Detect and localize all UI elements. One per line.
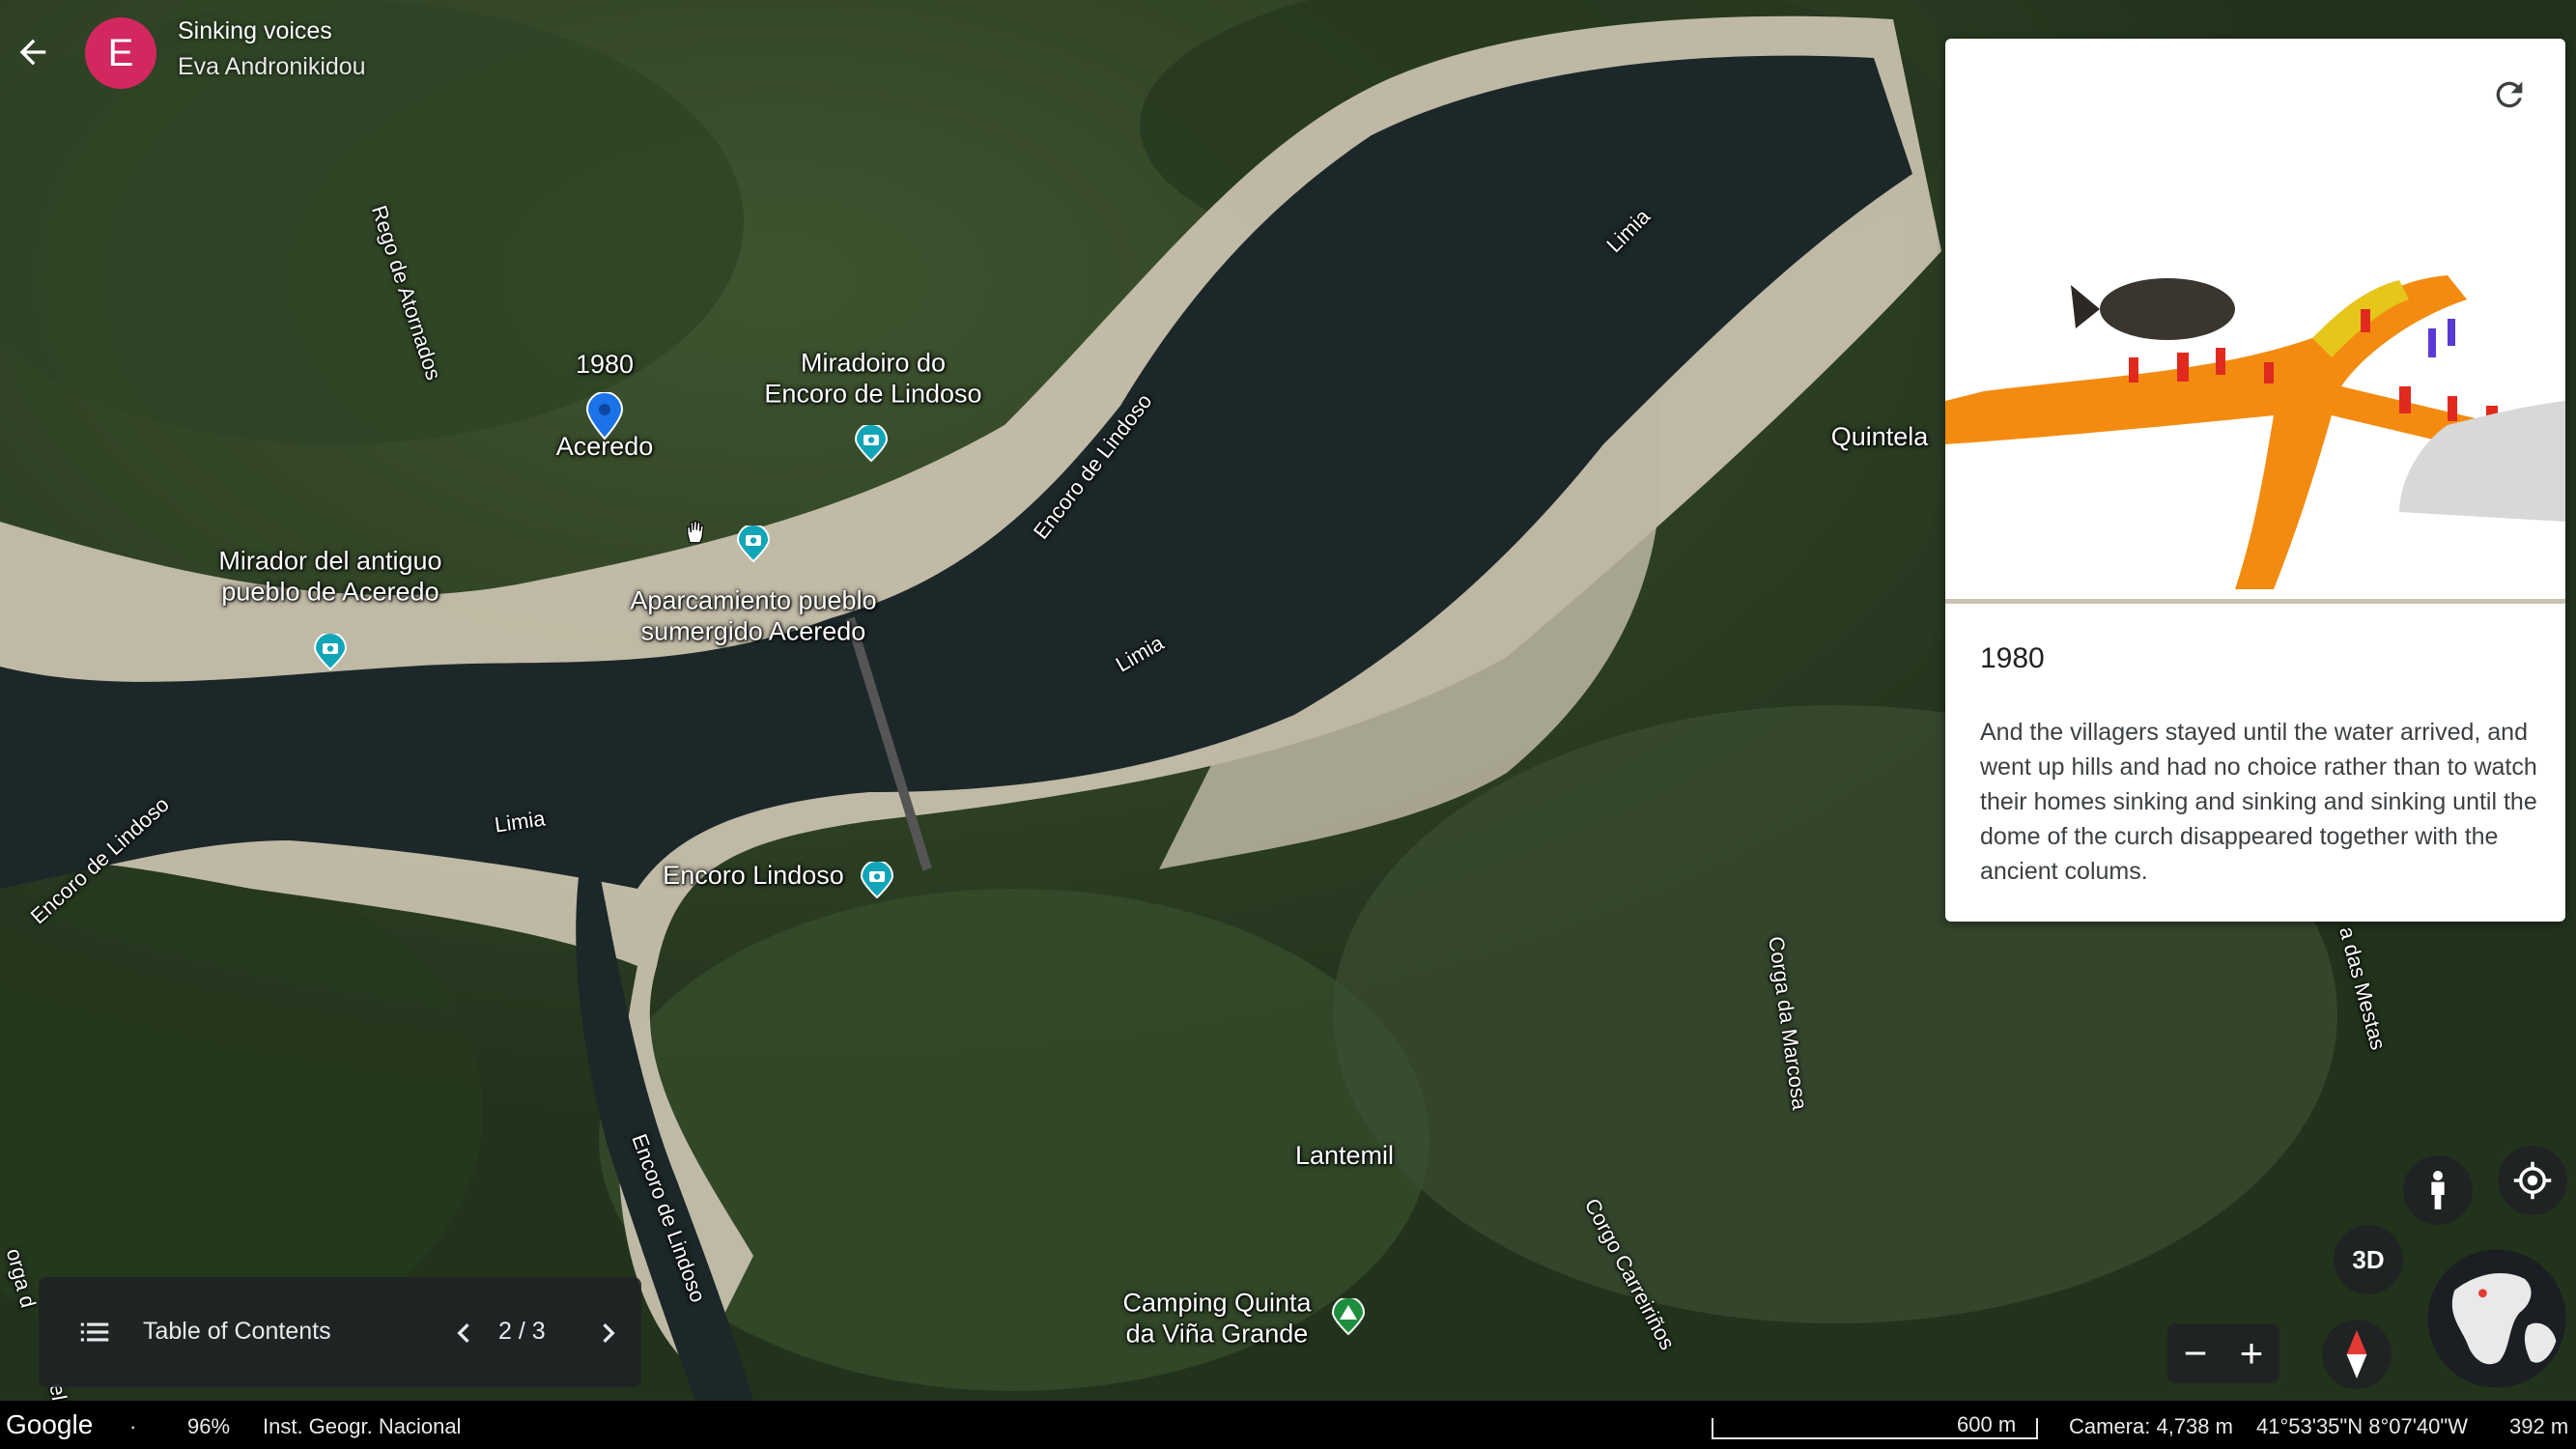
poi-label-camping[interactable]: Camping Quinta da Viña Grande [1122, 1288, 1311, 1350]
hand-cursor-icon [687, 520, 704, 544]
back-arrow-icon[interactable] [14, 33, 52, 71]
camera-poi-icon[interactable] [855, 425, 888, 462]
camera-poi-icon[interactable] [737, 526, 770, 562]
list-icon[interactable] [75, 1314, 114, 1350]
compass-button[interactable] [2322, 1320, 2392, 1389]
elevation: 392 m [2509, 1414, 2569, 1438]
status-dot: · [129, 1414, 137, 1438]
zoom-in-button[interactable]: + [2223, 1323, 2279, 1383]
loading-percent: 96% [187, 1414, 231, 1438]
my-location-button[interactable] [2498, 1146, 2567, 1215]
camera-poi-icon[interactable] [314, 634, 347, 670]
avatar[interactable]: E [85, 17, 156, 89]
card-title: 1980 [1980, 642, 2045, 674]
google-logo: Google [6, 1409, 94, 1439]
camera-altitude: Camera: 4,738 m [2069, 1414, 2233, 1438]
avatar-letter: E [107, 31, 134, 74]
attribution[interactable]: Inst. Geogr. Nacional [263, 1414, 461, 1439]
story-title: Sinking voices [178, 17, 332, 44]
camera-poi-icon[interactable] [861, 862, 893, 898]
pegman-button[interactable] [2403, 1155, 2473, 1225]
table-of-contents-bar: Table of Contents 2 / 3 [39, 1277, 641, 1387]
chevron-right-icon[interactable] [589, 1314, 628, 1352]
status-bar: Google · 96% Inst. Geogr. Nacional 600 m… [0, 1401, 2576, 1449]
story-author: Eva Andronikidou [178, 53, 366, 80]
globe-icon[interactable] [2426, 1248, 2567, 1389]
zoom-out-button[interactable]: − [2167, 1323, 2223, 1383]
pin-label-1980: 1980 [575, 349, 635, 379]
poi-label-mirador[interactable]: Mirador del antiguo pueblo de Aceredo [218, 546, 441, 609]
place-label-lantemil[interactable]: Lantemil [1295, 1140, 1394, 1171]
poi-label-aparcamiento[interactable]: Aparcamiento pueblo sumergido Aceredo [630, 585, 876, 648]
story-card: 1980 And the villagers stayed until the … [1945, 39, 2565, 922]
story-pin-icon[interactable] [585, 392, 624, 440]
person-icon [2431, 1171, 2445, 1209]
card-description: And the villagers stayed until the water… [1980, 719, 2537, 885]
campground-poi-icon[interactable] [1332, 1298, 1365, 1335]
compass-icon [2346, 1330, 2367, 1378]
zoom-controls: − + [2167, 1323, 2279, 1383]
scale-label: 600 m [1957, 1412, 2017, 1436]
story-media-image[interactable] [1945, 193, 2565, 604]
poi-label-encoro-lindoso[interactable]: Encoro Lindoso [663, 860, 844, 891]
toggle-3d-button[interactable]: 3D [2334, 1225, 2403, 1294]
refresh-icon[interactable] [2490, 75, 2529, 114]
poi-label-miradoiro[interactable]: Miradoiro do Encoro de Lindoso [764, 348, 981, 411]
toc-page-indicator: 2 / 3 [498, 1318, 546, 1345]
toc-label[interactable]: Table of Contents [143, 1318, 331, 1346]
place-label-quintela[interactable]: Quintela [1831, 421, 1929, 452]
coordinates: 41°53'35"N 8°07'40"W [2256, 1414, 2468, 1438]
chevron-left-icon[interactable] [444, 1314, 483, 1352]
crosshair-icon [2513, 1161, 2552, 1200]
